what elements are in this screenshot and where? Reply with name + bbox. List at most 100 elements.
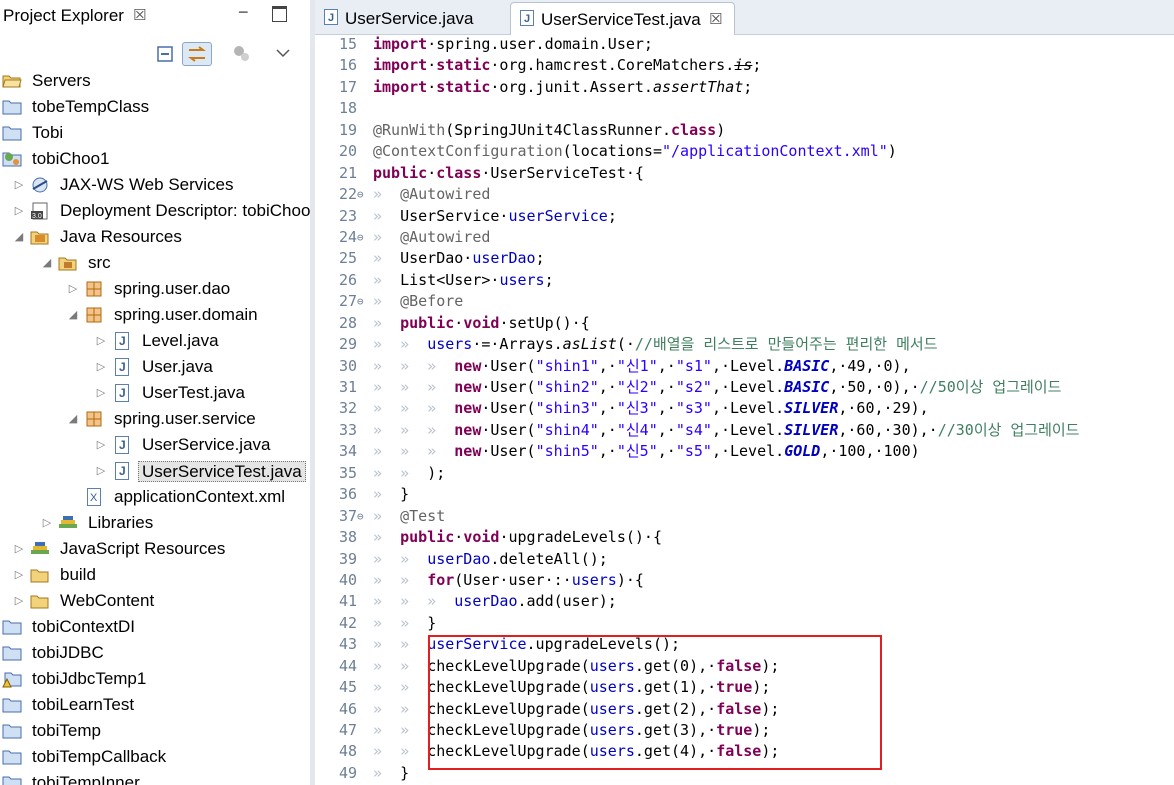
code-line: 33» » » new·User("shin4",·"신4",·"s4",·Le… (315, 420, 1174, 441)
code-token: "/applicationContext.xml" (662, 142, 888, 161)
tree-item[interactable]: ▷ 3.0 Deployment Descriptor: tobiChoo1 (0, 198, 310, 224)
tree-item[interactable]: ▷ J UserService.java (0, 432, 310, 458)
code-token: is (734, 56, 753, 75)
expand-arrow-icon[interactable]: ▷ (94, 458, 108, 484)
tree-item[interactable]: tobiTempInner (0, 770, 310, 785)
code-token: » (373, 485, 401, 504)
code-text: » List<User>·users; (373, 270, 554, 291)
collapse-all-icon[interactable] (155, 42, 177, 66)
tree-item[interactable]: tobiLearnTest (0, 692, 310, 718)
fold-toggle-icon[interactable]: ⊖ (357, 291, 373, 312)
collapse-arrow-icon[interactable]: ◢ (40, 250, 54, 276)
code-token: ·User( (481, 420, 536, 439)
svg-text:J: J (119, 386, 126, 400)
tab-userservicetest-java[interactable]: J UserServiceTest.java ☒ (510, 2, 735, 35)
code-text: public·class·UserServiceTest·{ (373, 163, 644, 184)
tree-item[interactable]: tobiTemp (0, 718, 310, 744)
tree-item[interactable]: tobiChoo1 (0, 146, 310, 172)
code-text: » » » new·User("shin5",·"신5",·"s5",·Leve… (373, 441, 920, 462)
line-number: 43 (338, 635, 357, 654)
code-token: » (373, 185, 401, 204)
code-line: 20 @ContextConfiguration(locations="/appl… (315, 141, 1174, 162)
expand-arrow-icon[interactable]: ▷ (94, 380, 108, 406)
collapse-arrow-icon[interactable]: ◢ (66, 302, 80, 328)
line-number: 15 (338, 35, 357, 53)
tree-item[interactable]: ◢ spring.user.domain (0, 302, 310, 328)
tree-item[interactable]: ▷ J UserTest.java (0, 380, 310, 406)
tree-item[interactable]: tobeTempClass (0, 94, 310, 120)
focus-on-active-task-icon[interactable] (231, 42, 253, 66)
minimize-icon[interactable]: − (238, 2, 249, 23)
expand-arrow-icon[interactable]: ▷ (94, 432, 108, 458)
code-text: » } (373, 763, 409, 784)
tree-item[interactable]: tobiJdbcTemp1 (0, 666, 310, 692)
code-token: UserDao· (400, 249, 473, 268)
code-token: public (373, 163, 428, 182)
close-tab-icon[interactable]: ☒ (709, 10, 722, 28)
tree-item[interactable]: ▷ J User.java (0, 354, 310, 380)
tree-item[interactable]: ▷ build (0, 562, 310, 588)
fold-toggle-icon[interactable]: ⊖ (357, 184, 373, 205)
tree-item-label: JavaScript Resources (60, 539, 226, 558)
code-token: ,· (598, 378, 617, 396)
expand-arrow-icon[interactable]: ▷ (12, 172, 26, 198)
link-with-editor-icon[interactable] (182, 42, 212, 66)
expand-arrow-icon[interactable]: ▷ (12, 536, 26, 562)
tree-item[interactable]: ▷ Libraries (0, 510, 310, 536)
expand-arrow-icon[interactable]: ▷ (12, 562, 26, 588)
code-token: @ContextConfiguration (373, 142, 563, 161)
collapse-arrow-icon[interactable]: ◢ (12, 224, 26, 250)
close-icon[interactable]: ☒ (133, 6, 146, 24)
tree-item[interactable]: ▷ J Level.java (0, 328, 310, 354)
code-line: 18 (315, 98, 1174, 119)
code-token: ·org.junit.Assert. (490, 77, 653, 96)
maximize-icon[interactable] (272, 6, 287, 22)
line-number: 45 (338, 678, 357, 697)
expand-arrow-icon[interactable]: ▷ (66, 276, 80, 302)
tree-item[interactable]: XapplicationContext.xml (0, 484, 310, 510)
expand-arrow-icon[interactable]: ▷ (40, 510, 54, 536)
line-number: 26 (338, 270, 357, 289)
line-number: 40 (338, 570, 357, 589)
tree-item[interactable]: ◢ spring.user.service (0, 406, 310, 432)
code-token: "신2" (616, 378, 658, 396)
code-token: ,· (598, 356, 617, 375)
expand-arrow-icon[interactable]: ▷ (94, 328, 108, 354)
tree-item[interactable]: ▷ JavaScript Resources (0, 536, 310, 562)
code-token: assertThat (652, 77, 744, 96)
code-token: .deleteAll(); (490, 549, 608, 568)
svg-text:X: X (90, 492, 98, 504)
collapse-arrow-icon[interactable]: ◢ (66, 406, 80, 432)
tree-item[interactable]: tobiContextDI (0, 614, 310, 640)
code-token: "shin3" (535, 399, 599, 418)
tree-item[interactable]: ▷ JAX-WS Web Services (0, 172, 310, 198)
tab-userservice-java[interactable]: J UserService.java (315, 2, 505, 33)
tree-item-label: tobiJdbcTemp1 (32, 669, 147, 688)
code-token: UserService· (400, 206, 509, 225)
tree-item[interactable]: Servers (0, 68, 310, 94)
tree-item[interactable]: ▷ J UserServiceTest.java (0, 458, 310, 484)
line-number: 46 (338, 699, 357, 718)
code-editor: J UserService.java J UserServiceTest.jav… (315, 0, 1174, 785)
tree-item[interactable]: ◢ Java Resources (0, 224, 310, 250)
fold-toggle-icon[interactable]: ⊖ (357, 227, 373, 248)
code-token: ,·60,·30),· (838, 420, 938, 439)
expand-arrow-icon[interactable]: ▷ (12, 588, 26, 614)
code-token: » (373, 270, 401, 289)
explorer-title[interactable]: Project Explorer (3, 6, 124, 26)
tree-item[interactable]: ◢ src (0, 250, 310, 276)
tree-item[interactable]: ▷ spring.user.dao (0, 276, 310, 302)
code-token: userDao (472, 249, 536, 268)
fold-toggle-icon[interactable]: ⊖ (357, 506, 373, 527)
tree-item-label: Tobi (32, 123, 64, 142)
code-token: » (373, 249, 401, 268)
expand-arrow-icon[interactable]: ▷ (12, 198, 26, 224)
project-tree: Servers tobeTempClass Tobi tobiChoo1 ▷ JAX-WS… (0, 68, 310, 785)
view-menu-icon[interactable] (273, 42, 293, 66)
tree-item[interactable]: Tobi (0, 120, 310, 146)
tree-item[interactable]: ▷ WebContent (0, 588, 310, 614)
tree-item[interactable]: tobiJDBC (0, 640, 310, 666)
tree-item-label: tobiLearnTest (32, 695, 135, 714)
expand-arrow-icon[interactable]: ▷ (94, 354, 108, 380)
tree-item[interactable]: tobiTempCallback (0, 744, 310, 770)
